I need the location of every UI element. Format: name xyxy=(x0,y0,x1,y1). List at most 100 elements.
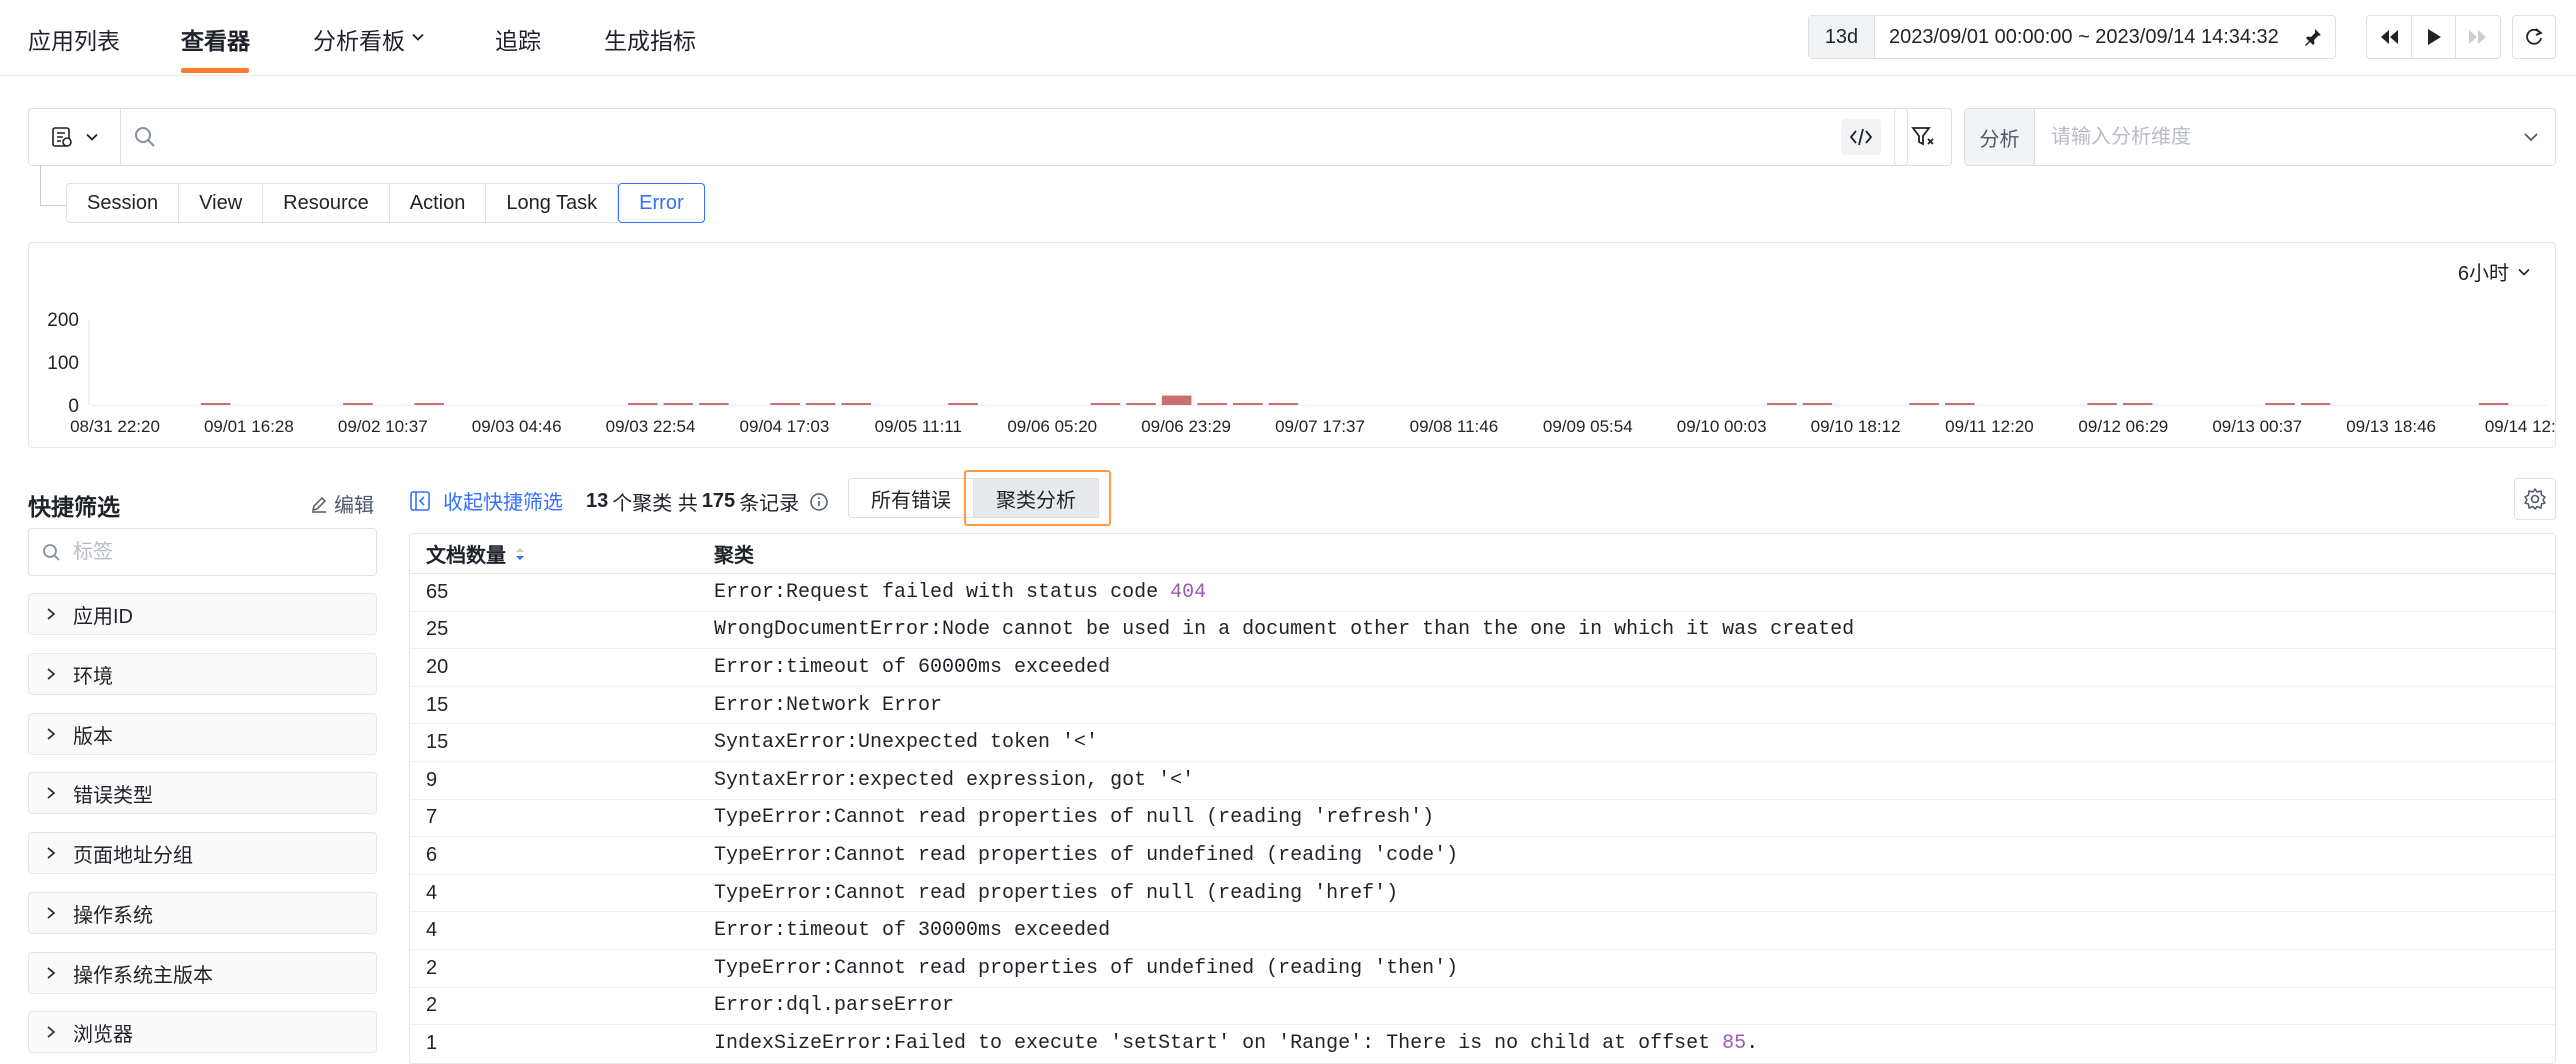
refresh-button[interactable] xyxy=(2512,15,2556,59)
histogram-bar[interactable] xyxy=(200,403,231,405)
facet-label: 操作系统主版本 xyxy=(73,964,213,987)
document-icon xyxy=(51,127,72,147)
filter-button[interactable] xyxy=(1894,108,1952,166)
table-body: 65 Error:Request failed with status code … xyxy=(410,574,2555,1063)
type-tab-long-task[interactable]: Long Task xyxy=(485,183,619,223)
message-text: TypeError:Cannot read properties of unde… xyxy=(714,956,1459,980)
histogram-bar[interactable] xyxy=(2087,403,2117,405)
table-row[interactable]: 6 TypeError:Cannot read properties of und… xyxy=(410,837,2555,875)
code-mode-button[interactable] xyxy=(1841,119,1881,155)
table-row[interactable]: 15 SyntaxError:Unexpected token '<' xyxy=(410,724,2555,762)
histogram-bar[interactable] xyxy=(1090,403,1121,405)
table-row[interactable]: 2 TypeError:Cannot read properties of und… xyxy=(410,950,2555,988)
histogram-bar[interactable] xyxy=(1126,403,1156,405)
quick-filter-search[interactable] xyxy=(28,528,377,576)
collapse-quick-filter-button[interactable]: 收起快捷筛选 xyxy=(409,486,563,515)
doc-count-cell: 1 xyxy=(426,1032,438,1055)
facet-os[interactable]: 操作系统 xyxy=(28,892,377,934)
histogram-bar[interactable] xyxy=(1909,403,1939,405)
facet-env[interactable]: 环境 xyxy=(28,653,377,695)
info-icon[interactable] xyxy=(809,492,829,512)
facet-version[interactable]: 版本 xyxy=(28,713,377,755)
histogram-bar[interactable] xyxy=(770,403,800,405)
facet-error-type[interactable]: 错误类型 xyxy=(28,772,377,814)
table-row[interactable]: 9 SyntaxError:expected expression, got '<… xyxy=(410,762,2555,800)
table-row[interactable]: 4 Error:timeout of 30000ms exceeded xyxy=(410,912,2555,950)
tab-generate-metrics[interactable]: 生成指标 xyxy=(604,22,696,56)
error-histogram[interactable]: 200 100 008/31 22:20 09/01 16:28 09/02 10:37… xyxy=(29,243,2555,447)
collapse-panel-icon xyxy=(410,490,430,511)
doc-count-cell: 65 xyxy=(426,580,449,603)
table-row[interactable]: 20 Error:timeout of 60000ms exceeded xyxy=(410,649,2555,687)
facet-app-id[interactable]: 应用ID xyxy=(28,593,377,635)
type-tab-session[interactable]: Session xyxy=(66,183,180,223)
all-errors-button[interactable]: 所有错误 xyxy=(848,478,973,518)
rewind-button[interactable] xyxy=(2367,16,2412,58)
col-doc-count[interactable]: 文档数量 xyxy=(410,539,714,568)
message-text: Error:Request failed with status code xyxy=(714,580,1171,604)
histogram-bar[interactable] xyxy=(663,403,694,405)
facet-browser[interactable]: 浏览器 xyxy=(28,1011,377,1053)
facet-os-major-version[interactable]: 操作系统主版本 xyxy=(28,952,377,994)
histogram-bar[interactable] xyxy=(805,403,836,405)
cluster-analysis-button[interactable]: 聚类分析 xyxy=(973,478,1099,518)
histogram-bar[interactable] xyxy=(627,403,658,405)
code-icon xyxy=(1849,128,1873,146)
analysis-dimension-select[interactable]: 分析 xyxy=(1964,108,2556,166)
x-tick-label: 09/03 22:54 xyxy=(606,417,696,436)
pin-icon[interactable] xyxy=(2291,16,2335,58)
histogram-bar[interactable] xyxy=(343,403,373,405)
facet-label: 环境 xyxy=(73,665,113,688)
table-row[interactable]: 1 IndexSizeError:Failed to execute 'setSt… xyxy=(410,1025,2555,1063)
x-tick-label: 09/10 18:12 xyxy=(1811,417,1901,436)
histogram-bar[interactable] xyxy=(414,403,444,405)
histogram-bar[interactable] xyxy=(1161,395,1192,405)
histogram-bar[interactable] xyxy=(1268,403,1299,405)
chevron-right-icon xyxy=(47,668,56,680)
doc-count-cell: 4 xyxy=(426,919,438,942)
table-row[interactable]: 2 Error:dql.parseError xyxy=(410,988,2555,1026)
time-quick-badge[interactable]: 13d xyxy=(1809,16,1875,58)
type-tab-error[interactable]: Error xyxy=(618,183,705,223)
query-search-bar[interactable] xyxy=(28,108,1908,166)
play-button[interactable] xyxy=(2412,16,2457,58)
tab-dashboard[interactable]: 分析看板 xyxy=(313,22,405,56)
time-range-text[interactable]: 2023/09/01 00:00:00 ~ 2023/09/14 14:34:3… xyxy=(1875,26,2291,49)
histogram-bar[interactable] xyxy=(2265,403,2295,405)
table-row[interactable]: 7 TypeError:Cannot read properties of nul… xyxy=(410,800,2555,838)
histogram-bar[interactable] xyxy=(2300,403,2331,405)
histogram-bar[interactable] xyxy=(699,403,729,405)
type-tab-view[interactable]: View xyxy=(178,183,264,223)
table-row[interactable]: 4 TypeError:Cannot read properties of nul… xyxy=(410,875,2555,913)
histogram-bar[interactable] xyxy=(948,403,978,405)
histogram-bar[interactable] xyxy=(2122,403,2153,405)
tab-app-list[interactable]: 应用列表 xyxy=(28,22,120,56)
histogram-bar[interactable] xyxy=(1802,403,1833,405)
histogram-bar[interactable] xyxy=(841,403,872,405)
tab-tracing[interactable]: 追踪 xyxy=(495,22,541,56)
time-range-picker[interactable]: 13d 2023/09/01 00:00:00 ~ 2023/09/14 14:… xyxy=(1808,15,2336,59)
histogram-bar[interactable] xyxy=(1944,403,1975,405)
histogram-bar[interactable] xyxy=(1197,403,1228,405)
table-row[interactable]: 65 Error:Request failed with status code … xyxy=(410,574,2555,612)
rewind-icon xyxy=(2380,30,2398,44)
tab-explorer[interactable]: 查看器 xyxy=(181,22,250,56)
source-select[interactable] xyxy=(29,109,121,165)
table-settings-button[interactable] xyxy=(2514,478,2556,520)
result-stats: 13 个聚类 共 175 条记录 xyxy=(586,487,829,516)
type-tab-resource[interactable]: Resource xyxy=(262,183,390,223)
histogram-bar[interactable] xyxy=(2478,403,2509,405)
facet-page-url-group[interactable]: 页面地址分组 xyxy=(28,832,377,874)
histogram-bar[interactable] xyxy=(1766,403,1797,405)
message-text: WrongDocumentError:Node cannot be used i… xyxy=(714,618,1855,642)
table-row[interactable]: 25 WrongDocumentError:Node cannot be used… xyxy=(410,612,2555,650)
quick-filter-edit-button[interactable]: 编辑 xyxy=(310,489,374,518)
fast-forward-button[interactable] xyxy=(2456,16,2500,58)
analysis-dimension-input[interactable] xyxy=(2035,125,2507,149)
sort-icon[interactable] xyxy=(514,545,526,563)
tag-search-input[interactable] xyxy=(73,540,376,564)
histogram-bar[interactable] xyxy=(1233,403,1263,405)
type-tab-action[interactable]: Action xyxy=(388,183,487,223)
table-row[interactable]: 15 Error:Network Error xyxy=(410,687,2555,725)
play-icon xyxy=(2427,29,2441,45)
